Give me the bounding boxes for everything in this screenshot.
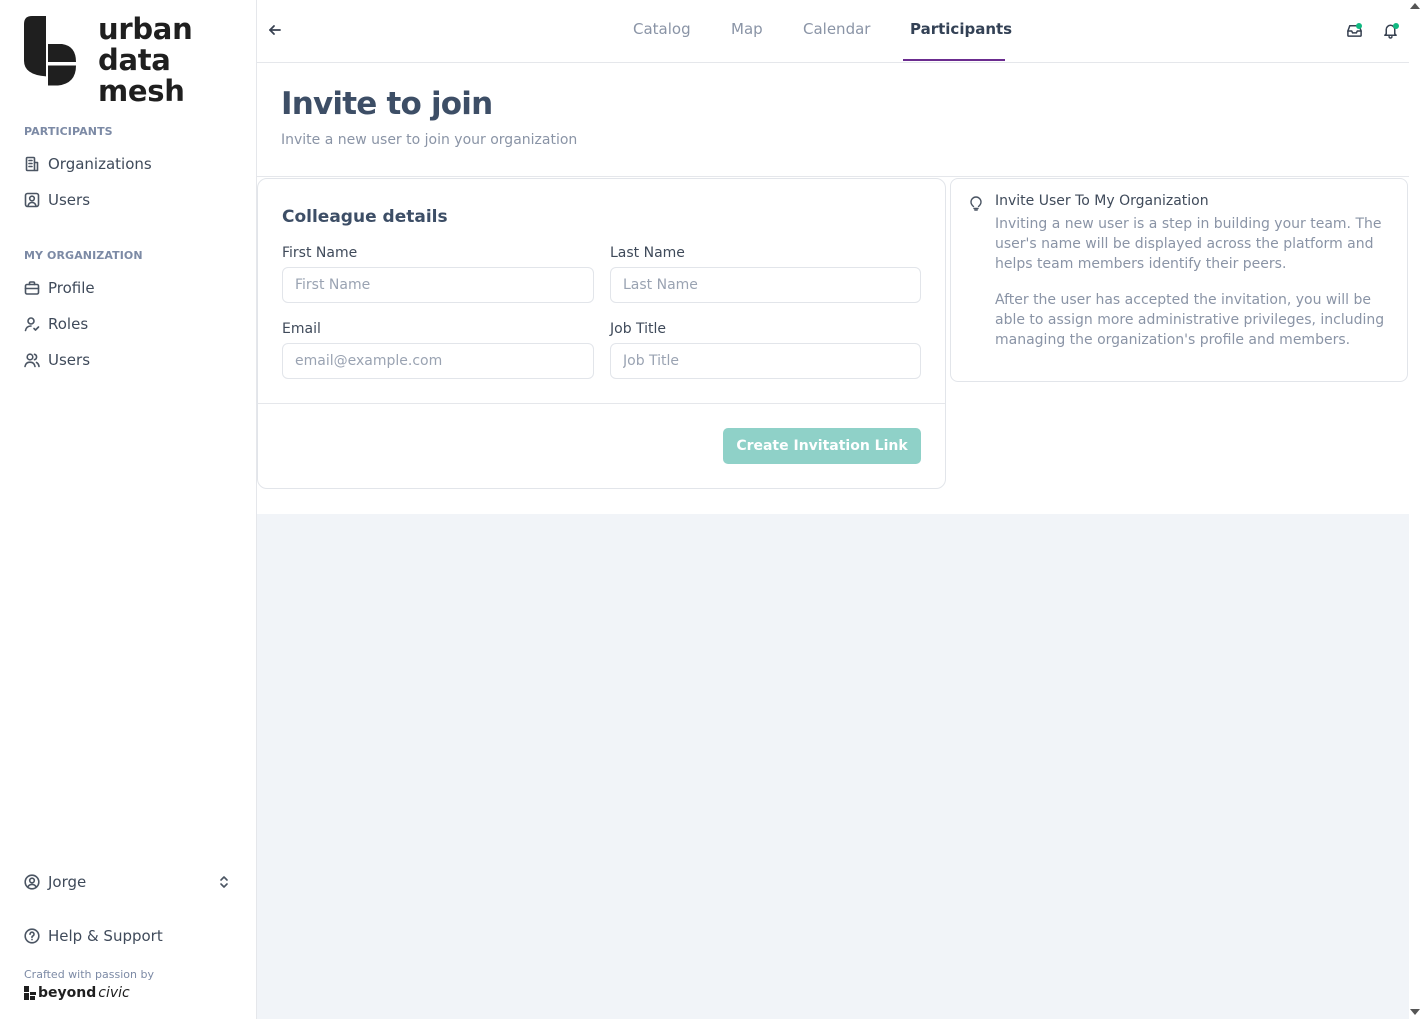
notifications-button[interactable] (1382, 22, 1400, 40)
tab-calendar[interactable]: Calendar (803, 20, 870, 38)
sidebar-item-label: Profile (48, 279, 95, 297)
create-invitation-link-button[interactable]: Create Invitation Link (723, 428, 921, 464)
beyond-civic-logo[interactable]: beyond civic (24, 985, 130, 1001)
brand-name: urban data mesh (98, 12, 193, 108)
scrollbar-up-arrow[interactable] (1410, 3, 1420, 9)
last-name-label: Last Name (610, 245, 685, 261)
user-menu[interactable]: Jorge (24, 873, 232, 891)
lightbulb-icon (970, 196, 982, 211)
info-paragraph-1: Inviting a new user is a step in buildin… (995, 216, 1382, 272)
email-label: Email (282, 321, 321, 337)
header-divider (257, 176, 1409, 177)
sidebar-item-label: Users (48, 351, 91, 369)
help-support-link[interactable]: Help & Support (24, 925, 163, 947)
help-circle-icon (24, 928, 40, 944)
page-title: Invite to join (281, 86, 493, 122)
beyond-civic-logo-icon (24, 986, 36, 1000)
brand-line-3: mesh (98, 74, 185, 108)
job-title-label: Job Title (610, 321, 667, 337)
brand-logo[interactable]: urban data mesh (22, 12, 193, 108)
arrow-left-icon (269, 25, 281, 35)
beyond-text: beyond (38, 985, 97, 1001)
card-footer-divider (258, 403, 945, 404)
back-button[interactable] (267, 22, 285, 40)
user-name: Jorge (48, 873, 87, 891)
main-background (257, 514, 1409, 1019)
first-name-label: First Name (282, 245, 358, 261)
user-square-icon (24, 192, 40, 208)
sidebar-item-label: Organizations (48, 155, 152, 173)
sidebar-item-organizations[interactable]: Organizations (24, 153, 152, 175)
sidebar: urban data mesh PARTICIPANTS Organizatio… (0, 0, 257, 1019)
brand-line-1: urban (98, 12, 193, 46)
users-icon (24, 353, 40, 368)
tab-participants[interactable]: Participants (910, 20, 1012, 38)
last-name-input[interactable] (610, 267, 921, 303)
sidebar-item-users[interactable]: Users (24, 189, 90, 211)
sidebar-item-label: Users (48, 191, 91, 209)
info-paragraph-2: After the user has accepted the invitati… (995, 292, 1385, 348)
crafted-by-text: Crafted with passion by (24, 968, 154, 981)
section-label-participants: PARTICIPANTS (24, 125, 113, 138)
civic-text: civic (98, 985, 130, 1001)
help-support-label: Help & Support (48, 927, 163, 945)
inbox-button[interactable] (1346, 22, 1364, 40)
brand-line-2: data (98, 43, 171, 77)
sidebar-item-org-users[interactable]: Users (24, 349, 90, 371)
tab-catalog[interactable]: Catalog (633, 20, 691, 38)
top-navigation: Catalog Map Calendar Participants (257, 0, 1409, 63)
chevron-up-down-icon[interactable] (216, 874, 232, 890)
card-title: Colleague details (282, 207, 448, 227)
tab-map[interactable]: Map (731, 20, 763, 38)
first-name-input[interactable] (282, 267, 594, 303)
sidebar-item-label: Roles (48, 315, 89, 333)
user-circle-icon (24, 874, 40, 890)
page-subtitle: Invite a new user to join your organizat… (281, 132, 578, 148)
job-title-input[interactable] (610, 343, 921, 379)
colleague-details-card: Colleague details First Name Last Name E… (257, 178, 946, 489)
sidebar-item-profile[interactable]: Profile (24, 277, 95, 299)
briefcase-icon (24, 281, 40, 295)
urban-data-mesh-logo-icon (24, 16, 76, 86)
section-label-my-organization: MY ORGANIZATION (24, 249, 143, 262)
scrollbar-down-arrow[interactable] (1410, 1009, 1420, 1015)
notification-dot (1393, 23, 1399, 29)
inbox-unread-dot (1356, 23, 1362, 29)
info-panel: Invite User To My Organization Inviting … (950, 178, 1408, 382)
sidebar-item-roles[interactable]: Roles (24, 313, 88, 335)
email-input[interactable] (282, 343, 594, 379)
building-icon (25, 156, 39, 172)
active-tab-indicator (903, 59, 1005, 61)
user-icon (24, 317, 40, 332)
info-title: Invite User To My Organization (995, 193, 1209, 209)
